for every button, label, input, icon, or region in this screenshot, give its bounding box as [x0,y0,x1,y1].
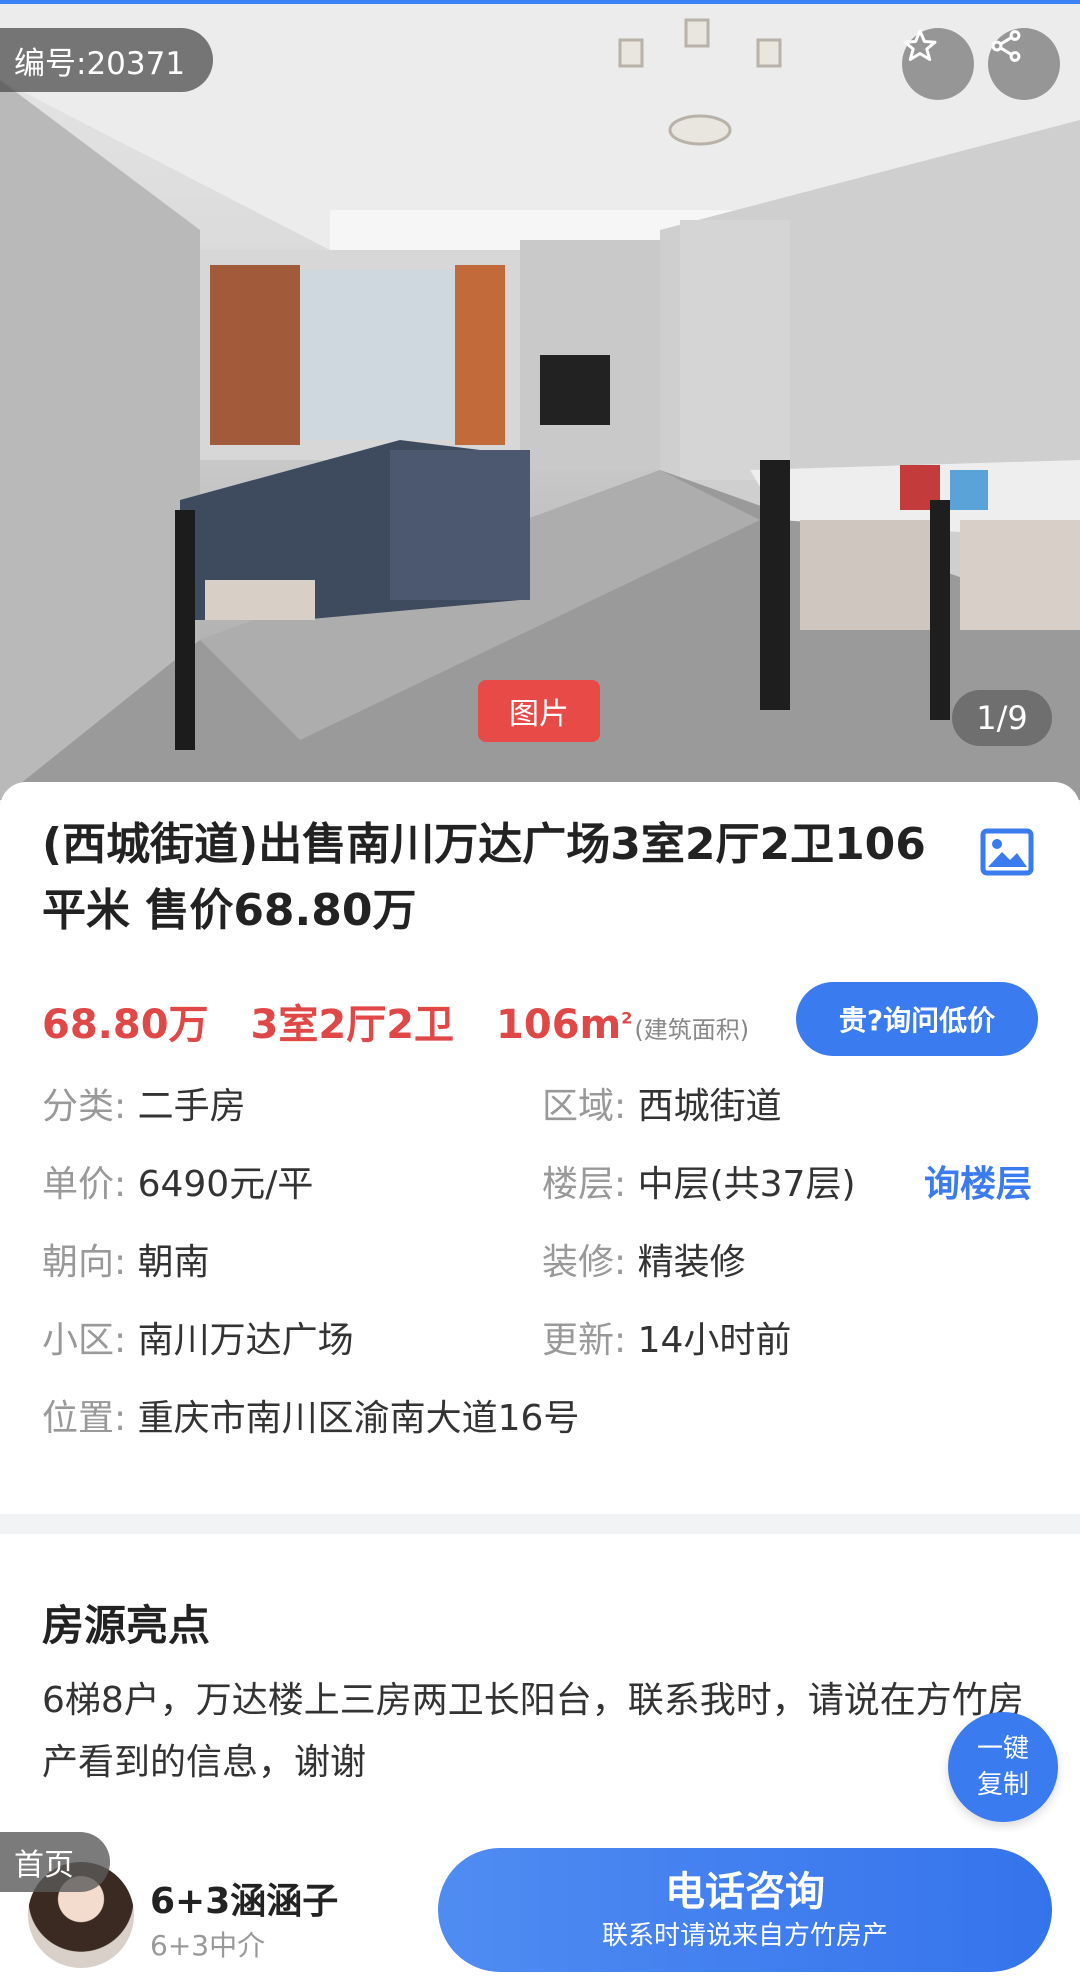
attr-label: 楼层: [542,1164,627,1205]
bottom-bar: 首页 6+3涵涵子 6+3中介 电话咨询 联系时请说来自方竹房产 [0,1832,1080,1980]
attr-label: 单价: [42,1164,127,1205]
listing-info-card: (西城街道)出售南川万达广场3室2厅2卫106平米 售价68.80万 68.80… [0,782,1080,1514]
room-layout: 3室2厅2卫 [250,1002,455,1048]
highlights-section: 房源亮点 6梯8户，万达楼上三房两卫长阳台，联系我时，请说在方竹房产看到的信息，… [0,1534,1080,1834]
total-price: 68.80万 [42,1002,209,1048]
attr-label: 更新: [542,1320,627,1361]
attr-decoration: 装修: 精装修 [542,1238,746,1288]
attr-value: 14小时前 [637,1320,792,1361]
attr-label: 朝向: [42,1242,127,1283]
attr-label: 装修: [542,1242,627,1283]
home-button[interactable]: 首页 [0,1832,110,1892]
highlights-text: 6梯8户，万达楼上三房两卫长阳台，联系我时，请说在方竹房产看到的信息，谢谢 [42,1680,1024,1783]
listing-code-badge: 编号:20371 [0,28,214,92]
attr-orientation: 朝向: 朝南 [42,1238,210,1288]
attr-value: 重庆市南川区渝南大道16号 [137,1398,580,1439]
phone-consult-button[interactable]: 电话咨询 联系时请说来自方竹房产 [438,1848,1052,1972]
attr-value: 二手房 [137,1086,246,1127]
copy-button-line2: 复制 [976,1770,1029,1800]
listing-photo[interactable]: 编号:20371 图片 1/9 [0,0,1080,800]
attr-label: 区域: [542,1086,627,1127]
image-tab[interactable]: 图片 [478,680,600,742]
copy-button-line1: 一键 [976,1734,1029,1764]
favorite-button[interactable] [902,28,974,100]
attr-value: 中层(共37层) [637,1164,856,1205]
listing-code-text: 编号:20371 [14,45,186,82]
floor-area: 106m2 [496,1002,632,1048]
attr-value: 南川万达广场 [137,1320,354,1361]
star-icon [903,29,937,61]
price-row: 68.80万 3室2厅2卫 106m2 (建筑面积) [42,992,749,1052]
highlights-title: 房源亮点 [42,1601,211,1650]
listing-title: (西城街道)出售南川万达广场3室2厅2卫106平米 售价68.80万 [42,819,926,936]
phone-consult-label: 电话咨询 [665,1869,825,1915]
share-icon [991,30,1021,62]
attr-floor: 楼层: 中层(共37层) [542,1160,856,1210]
attr-updated: 更新: 14小时前 [542,1316,791,1366]
floor-area-unit-sup: 2 [621,1008,633,1028]
agent-name: 6+3涵涵子 [150,1881,339,1922]
attr-location: 位置: 重庆市南川区渝南大道16号 [42,1394,579,1444]
attr-label: 位置: [42,1398,127,1439]
share-button[interactable] [988,28,1060,100]
floor-area-note: (建筑面积) [634,1016,750,1044]
ask-floor-link[interactable]: 询楼层 [924,1160,1032,1210]
attr-category: 分类: 二手房 [42,1082,246,1132]
attr-value: 精装修 [637,1242,746,1283]
image-gallery-icon [980,828,1034,876]
top-accent-line [0,0,1080,4]
attr-label: 分类: [42,1086,127,1127]
attr-label: 小区: [42,1320,127,1361]
attr-community: 小区: 南川万达广场 [42,1316,354,1366]
ask-lower-price-button[interactable]: 贵?询问低价 [796,982,1038,1056]
attr-unit-price: 单价: 6490元/平 [42,1160,313,1210]
attr-district: 区域: 西城街道 [542,1082,782,1132]
copy-button[interactable]: 一键 复制 [948,1712,1058,1822]
attr-value: 6490元/平 [137,1164,314,1205]
attr-value: 西城街道 [637,1086,782,1127]
phone-consult-subtitle: 联系时请说来自方竹房产 [601,1921,888,1951]
floor-area-value: 106m [496,1002,622,1048]
attr-value: 朝南 [137,1242,210,1283]
gallery-button[interactable] [980,828,1034,880]
agent-agency: 6+3中介 [150,1929,266,1962]
image-counter: 1/9 [952,690,1052,746]
